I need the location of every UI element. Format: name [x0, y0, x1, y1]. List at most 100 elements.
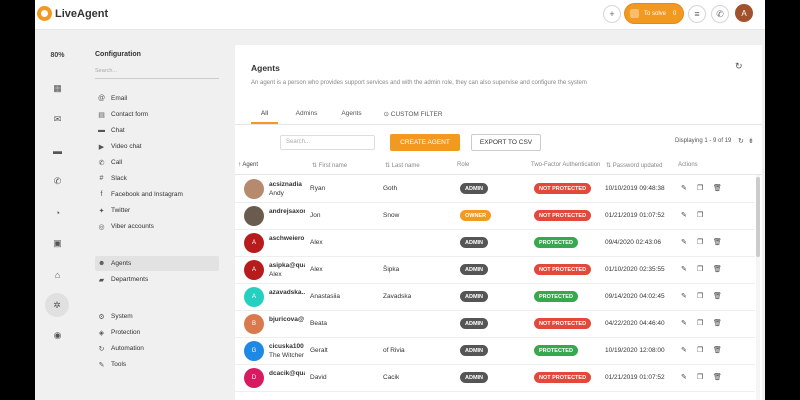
table-row[interactable]: Aaschweiero Alex ADMIN PROTECTED 09/4/2020 0…: [235, 230, 755, 257]
settings-icon[interactable]: ✲: [45, 293, 69, 317]
table-row[interactable]: Bbjuricova@ Beata ADMIN NOT PROTECTED 04/22/…: [235, 311, 755, 338]
copy-icon[interactable]: ❐: [697, 265, 703, 273]
edit-icon[interactable]: ✎: [681, 265, 687, 273]
call-icon[interactable]: ✆: [48, 172, 67, 191]
phone-icon[interactable]: ✆: [711, 5, 729, 23]
table-row[interactable]: Gcicuska100 The Witcher Geralt of Rivia ADMI…: [235, 338, 755, 365]
config-item-protection[interactable]: ◈ Protection: [95, 325, 219, 340]
table-row[interactable]: andrejsaxon Jon Snow OWNER NOT PROTECTED 01/2…: [235, 203, 755, 230]
avatar: A: [244, 287, 264, 307]
password-updated-cell: 01/10/2020 02:35:55: [605, 266, 665, 273]
config-item-automation[interactable]: ↻ Automation: [95, 341, 219, 356]
copy-icon[interactable]: ❐: [697, 319, 703, 327]
export-csv-button[interactable]: EXPORT TO CSV: [471, 134, 541, 151]
config-item-agents[interactable]: ☻ Agents: [95, 256, 219, 271]
column-settings-icon[interactable]: ⇟: [748, 137, 754, 145]
last-name-cell: Goth: [383, 185, 398, 192]
tab-agents[interactable]: Agents: [329, 108, 374, 124]
email-icon[interactable]: ✉: [48, 110, 67, 129]
config-item-tools[interactable]: ✎ Tools: [95, 357, 219, 372]
knowledge-icon[interactable]: ⌂: [48, 265, 67, 284]
logo-icon: [37, 6, 52, 21]
delete-icon[interactable]: 🗑: [713, 373, 722, 381]
config-item-departments[interactable]: ▰ Departments: [95, 272, 219, 287]
role-badge: OWNER: [460, 210, 492, 221]
edit-icon[interactable]: ✎: [681, 292, 687, 300]
sort-first-name-column[interactable]: ⇅ First name: [312, 162, 347, 169]
refresh-icon[interactable]: ↻: [735, 61, 743, 72]
copy-icon[interactable]: ❐: [697, 211, 703, 219]
top-bar: LiveAgent + To solve 0 ≡ ✆ A: [35, 0, 765, 30]
table-row[interactable]: Aazavadska... Anastasiia Zavadska ADMIN PROT…: [235, 284, 755, 311]
copy-icon[interactable]: ❐: [697, 292, 703, 300]
delete-icon[interactable]: 🗑: [713, 184, 722, 192]
config-item-call[interactable]: ✆ Call: [95, 155, 219, 170]
logo[interactable]: LiveAgent: [37, 6, 108, 21]
sort-password-column[interactable]: ⇅ Password updated: [606, 162, 662, 169]
config-item-email[interactable]: @ Email: [95, 91, 219, 106]
chat-icon[interactable]: ▬: [48, 141, 67, 160]
dashboard-icon[interactable]: ▦: [48, 79, 67, 98]
shield-icon: ◈: [98, 329, 105, 337]
edit-icon[interactable]: ✎: [681, 238, 687, 246]
table-row[interactable]: Aasipka@qua Alex Alex Šipka ADMIN NOT PROTECT…: [235, 257, 755, 284]
first-name-cell: Ryan: [310, 185, 326, 192]
config-item-viber[interactable]: ◎ Viber accounts: [95, 219, 219, 234]
edit-icon[interactable]: ✎: [681, 373, 687, 381]
agent-username[interactable]: bjuricova@: [269, 316, 305, 323]
agent-username[interactable]: azavadska...: [269, 289, 305, 296]
refresh-list-icon[interactable]: ↻: [738, 137, 744, 145]
config-item-video-chat[interactable]: ▶ Video chat: [95, 139, 219, 154]
copy-icon[interactable]: ❐: [697, 373, 703, 381]
user-avatar[interactable]: A: [735, 4, 753, 22]
copy-icon[interactable]: ❐: [697, 346, 703, 354]
agent-username[interactable]: andrejsaxon: [269, 208, 305, 215]
tfa-column-header: Two-Factor Authentication: [531, 162, 601, 168]
agents-search-input[interactable]: Search...: [280, 135, 375, 150]
agent-username[interactable]: acsiznadia: [269, 181, 305, 188]
delete-icon[interactable]: 🗑: [713, 319, 722, 327]
delete-icon[interactable]: 🗑: [713, 238, 722, 246]
config-item-twitter[interactable]: ✦ Twitter: [95, 203, 219, 218]
avatar: [244, 206, 264, 226]
table-row[interactable]: Ddcacik@qua David Cacik ADMIN NOT PROTECTED 0…: [235, 365, 755, 392]
plugins-icon[interactable]: ◉: [48, 326, 67, 345]
agent-username[interactable]: asipka@qua: [269, 262, 305, 269]
tab-all[interactable]: All: [251, 108, 278, 124]
agent-username[interactable]: dcacik@qua: [269, 370, 305, 377]
sort-last-name-column[interactable]: ⇅ Last name: [385, 162, 420, 169]
edit-icon[interactable]: ✎: [681, 319, 687, 327]
sort-agent-column[interactable]: ↑ Agent: [238, 162, 258, 168]
config-item-chat[interactable]: ▬ Chat: [95, 123, 219, 138]
edit-icon[interactable]: ✎: [681, 346, 687, 354]
agent-username[interactable]: cicuska100: [269, 343, 305, 350]
agent-username[interactable]: aschweiero: [269, 235, 305, 242]
config-item-contact-form[interactable]: ▤ Contact form: [95, 107, 219, 122]
scrollbar-thumb[interactable]: [756, 177, 760, 257]
to-solve-count: 0: [673, 10, 677, 17]
edit-icon[interactable]: ✎: [681, 211, 687, 219]
config-item-slack[interactable]: # Slack: [95, 171, 219, 186]
add-icon[interactable]: +: [603, 5, 621, 23]
agent-subname: Andy: [269, 190, 284, 197]
delete-icon[interactable]: 🗑: [713, 265, 722, 273]
config-item-system[interactable]: ⚙ System: [95, 309, 219, 324]
copy-icon[interactable]: ❐: [697, 238, 703, 246]
to-solve-button[interactable]: To solve 0: [625, 4, 683, 23]
table-row[interactable]: acsiznadia Andy Ryan Goth ADMIN NOT PROTECTED…: [235, 176, 755, 203]
reports-icon[interactable]: ◔: [48, 203, 67, 222]
tab-custom-filter[interactable]: ⊙ CUSTOM FILTER: [378, 108, 448, 124]
contacts-icon[interactable]: ▣: [48, 234, 67, 253]
video-icon: ▶: [98, 143, 105, 151]
delete-icon[interactable]: 🗑: [713, 292, 722, 300]
first-name-cell: David: [310, 374, 327, 381]
tab-admins[interactable]: Admins: [284, 108, 329, 124]
config-item-facebook[interactable]: f Facebook and Instagram: [95, 187, 219, 202]
copy-icon[interactable]: ❐: [697, 184, 703, 192]
role-badge: ADMIN: [460, 183, 489, 194]
create-agent-button[interactable]: CREATE AGENT: [390, 134, 460, 151]
configuration-search-input[interactable]: Search...: [95, 65, 219, 79]
delete-icon[interactable]: 🗑: [713, 346, 722, 354]
menu-icon[interactable]: ≡: [688, 5, 706, 23]
edit-icon[interactable]: ✎: [681, 184, 687, 192]
